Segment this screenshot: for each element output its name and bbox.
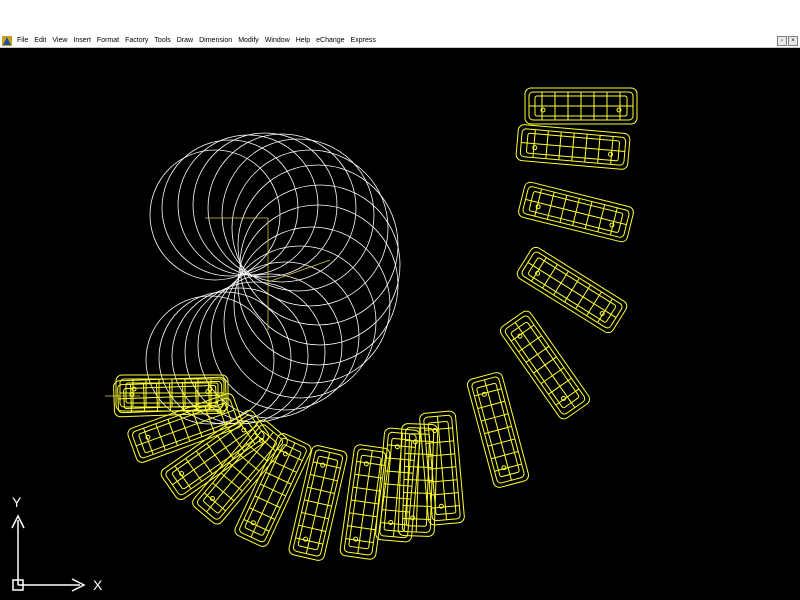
close-button[interactable]: × xyxy=(788,36,798,46)
ucs-x-label: X xyxy=(93,577,103,593)
menu-help[interactable]: Help xyxy=(293,35,313,47)
menu-tools[interactable]: Tools xyxy=(151,35,173,47)
app-icon[interactable] xyxy=(2,36,12,46)
menu-view[interactable]: View xyxy=(49,35,70,47)
menu-express[interactable]: Express xyxy=(348,35,379,47)
menu-insert[interactable]: Insert xyxy=(70,35,94,47)
menu-file[interactable]: File xyxy=(14,35,31,47)
ucs-icon: Y X xyxy=(11,494,103,593)
menu-edit[interactable]: Edit xyxy=(31,35,49,47)
ucs-y-label: Y xyxy=(12,494,22,510)
menu-window[interactable]: Window xyxy=(262,35,293,47)
title-strip xyxy=(0,0,800,35)
menu-echange[interactable]: eChange xyxy=(313,35,347,47)
window-controls: ▫ × xyxy=(777,36,798,46)
menu-draw[interactable]: Draw xyxy=(174,35,196,47)
menu-factory[interactable]: Factory xyxy=(122,35,151,47)
menu-dimension[interactable]: Dimension xyxy=(196,35,235,47)
menu-format[interactable]: Format xyxy=(94,35,122,47)
menu-modify[interactable]: Modify xyxy=(235,35,262,47)
menu-items: File Edit View Insert Format Factory Too… xyxy=(14,35,379,47)
restore-button[interactable]: ▫ xyxy=(777,36,787,46)
